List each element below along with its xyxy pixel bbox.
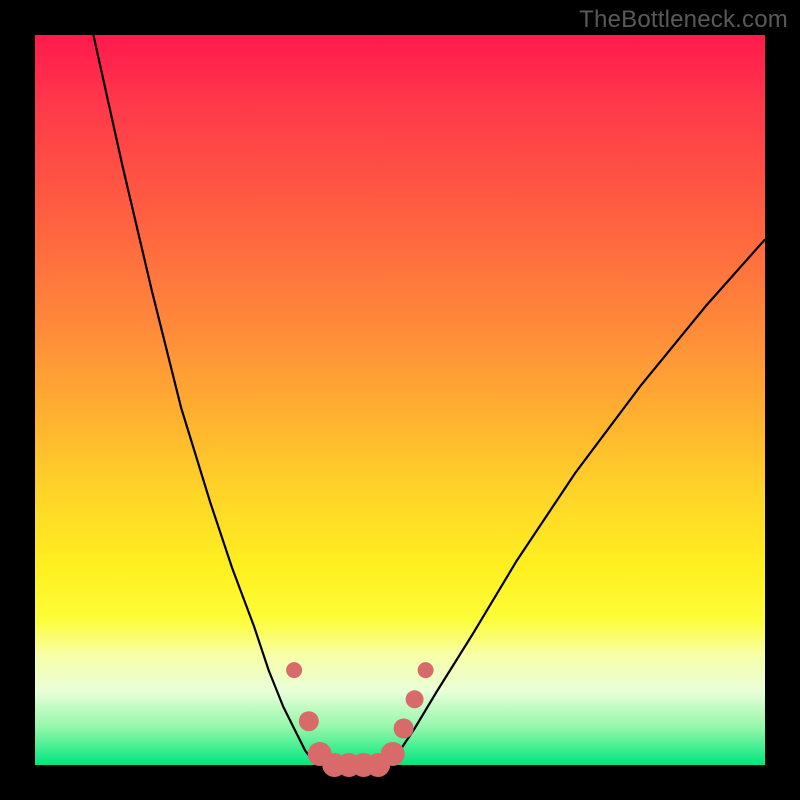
- watermark-text: TheBottleneck.com: [579, 6, 788, 34]
- marker-dot: [286, 662, 302, 678]
- marker-group: [286, 662, 434, 777]
- marker-dot: [406, 690, 424, 708]
- marker-dot: [418, 662, 434, 678]
- chart-frame: TheBottleneck.com: [0, 0, 800, 800]
- chart-svg: [35, 35, 765, 765]
- marker-dot: [299, 711, 319, 731]
- marker-dot: [394, 719, 414, 739]
- marker-dot: [381, 742, 405, 766]
- curve-right-branch: [385, 239, 765, 765]
- curve-left-branch: [93, 35, 316, 765]
